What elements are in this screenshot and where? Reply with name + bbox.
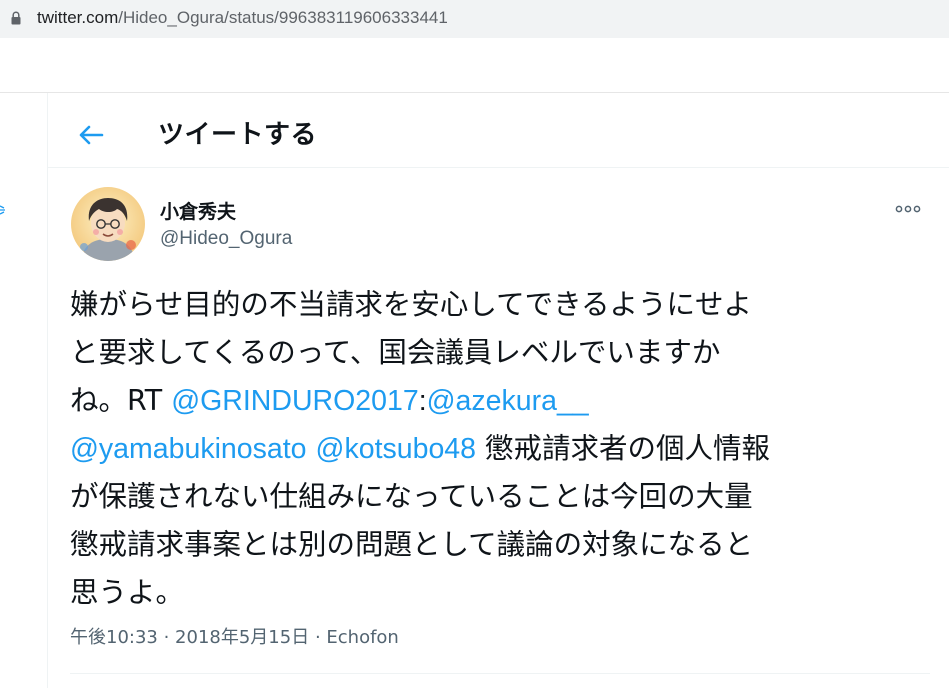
mention-link[interactable]: @azekura__: [427, 385, 589, 417]
tweet-metadata: 午後10:33 · 2018年5月15日 · Echofon: [70, 623, 399, 649]
colon-text: :: [418, 385, 427, 417]
tweet-line: が保護されない仕組みになっていることは今回の大量: [70, 480, 753, 513]
back-arrow-icon: [79, 125, 104, 145]
tweet-line-text: ね。RT: [70, 384, 172, 417]
tweet-line: 懲戒請求事案とは別の問題として議論の対象になると: [70, 528, 754, 561]
back-button[interactable]: [70, 114, 112, 156]
page-header: ツイートする: [48, 93, 949, 168]
tweet-line: 思うよ。: [70, 576, 185, 609]
meta-separator: ·: [309, 627, 327, 648]
tweet-line: 嫌がらせ目的の不当請求を安心してできるようにせよ: [70, 288, 753, 321]
avatar[interactable]: [71, 187, 145, 261]
author-handle[interactable]: @Hideo_Ogura: [160, 228, 292, 250]
tweet-line: と要求してくるのって、国会議員レベルでいますか: [70, 336, 721, 369]
tweet-line-text: 懲戒請求者の個人情報: [476, 432, 771, 465]
more-icon: [895, 205, 921, 213]
sidebar-icon-fragment: [0, 205, 5, 215]
tweet-time[interactable]: 午後10:33: [70, 627, 158, 648]
meta-separator: ·: [157, 627, 176, 648]
browser-toolbar-area: [0, 38, 949, 93]
tweet-date[interactable]: 2018年5月15日: [175, 627, 309, 648]
divider: [70, 673, 930, 674]
more-options-button[interactable]: [890, 196, 926, 222]
tweet-source[interactable]: Echofon: [326, 627, 398, 648]
url-path: /Hideo_Ogura/status/996383119606333441: [118, 8, 448, 27]
page-title: ツイートする: [158, 120, 318, 150]
mention-link[interactable]: @yamabukinosato: [70, 433, 306, 465]
tweet-line: ね。RT @GRINDURO2017:@azekura__: [70, 377, 915, 425]
mention-link[interactable]: @kotsubo48: [316, 433, 476, 465]
avatar-illustration: [71, 187, 145, 261]
mention-link[interactable]: @GRINDURO2017: [171, 385, 419, 417]
tweet-detail-panel: ツイートする 小倉秀夫 @Hideo_Ogura 嫌がらせ目的の不当請求を安心し…: [48, 93, 949, 688]
author-name[interactable]: 小倉秀夫: [160, 197, 236, 224]
tweet-text: 嫌がらせ目的の不当請求を安心してできるようにせよ と要求してくるのって、国会議員…: [70, 281, 915, 617]
url-text[interactable]: twitter.com/Hideo_Ogura/status/996383119…: [37, 8, 448, 28]
lock-icon: [11, 11, 21, 25]
address-bar[interactable]: twitter.com/Hideo_Ogura/status/996383119…: [0, 0, 949, 38]
left-sidebar: [0, 93, 48, 688]
url-domain: twitter.com: [37, 8, 119, 27]
tweet-line: @yamabukinosato @kotsubo48 懲戒請求者の個人情報: [70, 425, 915, 473]
